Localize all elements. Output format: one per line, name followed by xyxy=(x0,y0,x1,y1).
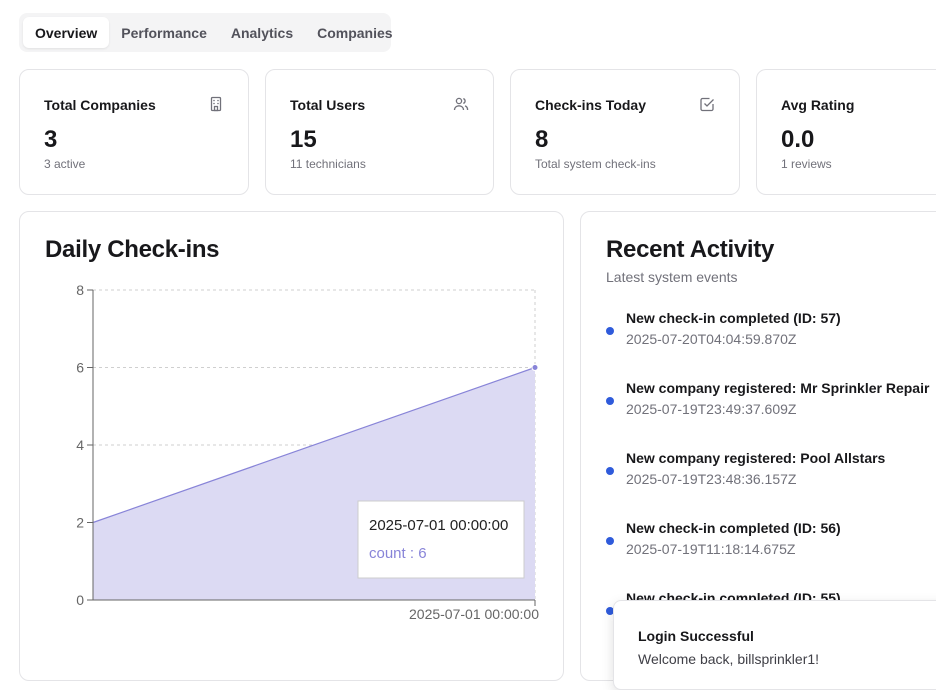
toast-message: Welcome back, billsprinkler1! xyxy=(638,651,820,667)
activity-text: New check-in completed (ID: 56) xyxy=(626,520,841,536)
stat-label: Total Users xyxy=(290,97,366,113)
activity-item: New company registered: Pool Allstars 20… xyxy=(606,450,936,494)
activity-text: New company registered: Pool Allstars xyxy=(626,450,886,466)
y-tick-label: 6 xyxy=(76,360,84,376)
login-toast[interactable]: Login Successful Welcome back, billsprin… xyxy=(613,600,936,690)
activity-subtitle: Latest system events xyxy=(606,269,738,285)
stat-label: Avg Rating xyxy=(781,97,855,113)
stat-label: Check-ins Today xyxy=(535,97,646,113)
activity-text: New company registered: Mr Sprinkler Rep… xyxy=(626,380,930,396)
y-tick-label: 2 xyxy=(76,515,84,531)
tab-companies[interactable]: Companies xyxy=(305,17,404,48)
activity-item: New check-in completed (ID: 57) 2025-07-… xyxy=(606,310,936,354)
stat-card-total-companies: Total Companies 3 3 active xyxy=(19,69,249,195)
x-tick-label: 2025-07-01 00:00:00 xyxy=(409,606,539,622)
chart-tooltip: 2025-07-01 00:00:00 count : 6 xyxy=(357,500,525,579)
dashboard-tabs: Overview Performance Analytics Companies xyxy=(19,13,393,52)
tab-analytics[interactable]: Analytics xyxy=(219,17,305,48)
y-tick-label: 0 xyxy=(76,592,84,608)
stat-value: 0.0 xyxy=(781,126,815,153)
stat-subtext: 3 active xyxy=(44,157,86,171)
data-point xyxy=(531,364,539,371)
stat-card-total-users: Total Users 15 11 technicians xyxy=(265,69,494,195)
activity-time: 2025-07-19T11:18:14.675Z xyxy=(626,541,796,557)
stat-subtext: 11 technicians xyxy=(290,157,366,171)
daily-checkins-card: Daily Check-ins 0 2 4 6 8 2025-07-01 00:00:00… xyxy=(19,211,564,681)
tooltip-value: count : 6 xyxy=(369,545,427,562)
check-square-icon xyxy=(700,97,714,112)
building-icon xyxy=(210,96,222,112)
toast-title: Login Successful xyxy=(638,628,754,644)
tab-overview[interactable]: Overview xyxy=(23,17,110,48)
users-icon xyxy=(453,97,469,111)
tooltip-date: 2025-07-01 00:00:00 xyxy=(369,517,508,534)
tab-performance[interactable]: Performance xyxy=(109,17,219,48)
stat-label: Total Companies xyxy=(44,97,156,113)
tooltip-box xyxy=(357,500,525,579)
stat-value: 3 xyxy=(44,126,58,153)
daily-checkins-chart: 024682025-07-01 00:00:002025-07-01 00:00… xyxy=(76,282,539,622)
stat-card-checkins-today: Check-ins Today 8 Total system check-ins xyxy=(510,69,740,195)
stat-card-avg-rating: Avg Rating 0.0 1 reviews xyxy=(756,69,936,195)
activity-dot-icon xyxy=(606,327,614,335)
activity-time: 2025-07-20T04:04:59.870Z xyxy=(626,331,797,347)
stat-subtext: Total system check-ins xyxy=(535,157,656,171)
activity-item: New check-in completed (ID: 56) 2025-07-… xyxy=(606,520,936,564)
y-tick-label: 8 xyxy=(76,282,84,298)
stat-value: 15 xyxy=(290,126,317,153)
activity-title: Recent Activity xyxy=(606,236,775,263)
activity-time: 2025-07-19T23:49:37.609Z xyxy=(626,401,797,417)
stat-subtext: 1 reviews xyxy=(781,157,832,171)
activity-text: New check-in completed (ID: 57) xyxy=(626,310,841,326)
activity-item: New company registered: Mr Sprinkler Rep… xyxy=(606,380,936,424)
activity-dot-icon xyxy=(606,467,614,475)
stat-value: 8 xyxy=(535,126,549,153)
activity-dot-icon xyxy=(606,397,614,405)
y-tick-label: 4 xyxy=(76,437,84,453)
activity-time: 2025-07-19T23:48:36.157Z xyxy=(626,471,797,487)
activity-dot-icon xyxy=(606,537,614,545)
